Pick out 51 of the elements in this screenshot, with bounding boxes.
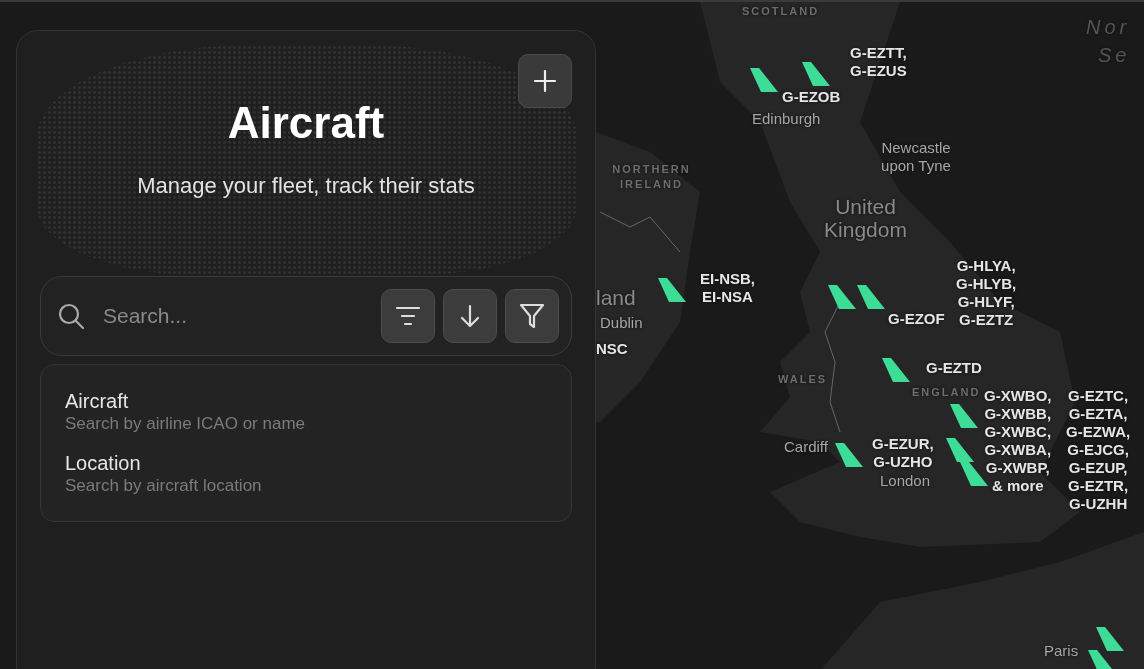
- region-label: ENGLAND: [912, 385, 981, 400]
- aircraft-tail-icon[interactable]: [960, 462, 988, 486]
- country-label: United Kingdom: [823, 195, 908, 242]
- sea-label: Nor: [1086, 15, 1131, 40]
- aircraft-tail-icon[interactable]: [802, 62, 830, 86]
- aircraft-tail-icon[interactable]: [882, 358, 910, 382]
- region-label: SCOTLAND: [742, 4, 820, 19]
- city-label: Paris: [1044, 642, 1079, 660]
- aircraft-label: G-EZOF: [888, 310, 945, 328]
- aircraft-label: G-EZOB: [782, 88, 841, 106]
- aircraft-label: G-EZTD: [926, 359, 982, 377]
- sort-lines-icon: [394, 305, 422, 327]
- aircraft-label: G-EZUR, G-UZHO: [872, 435, 934, 471]
- option-hint: Search by airline ICAO or name: [65, 413, 306, 435]
- option-title[interactable]: Location: [65, 451, 547, 476]
- aircraft-tail-icon[interactable]: [1096, 627, 1124, 651]
- panel-title: Aircraft: [227, 101, 385, 145]
- aircraft-tail-icon[interactable]: [658, 278, 686, 302]
- add-button[interactable]: [518, 54, 572, 108]
- arrow-down-icon: [459, 303, 481, 329]
- aircraft-tail-icon[interactable]: [750, 68, 778, 92]
- city-label: Newcastle upon Tyne: [880, 139, 952, 175]
- city-label: London: [880, 472, 931, 490]
- sort-direction-button[interactable]: [443, 289, 497, 343]
- search-icon: [57, 302, 85, 330]
- aircraft-label: G-XWBO, G-XWBB, G-XWBC, G-XWBA, G-XWBP, & more: [984, 387, 1052, 495]
- plus-icon: [532, 68, 558, 94]
- aircraft-label: G-EZTT, G-EZUS: [850, 44, 907, 80]
- sort-button[interactable]: [381, 289, 435, 343]
- aircraft-label: NSC: [596, 340, 628, 358]
- sea-label: Se: [1098, 43, 1131, 68]
- aircraft-tail-icon[interactable]: [950, 404, 978, 428]
- region-label: WALES: [778, 372, 828, 387]
- city-label: Cardiff: [784, 438, 828, 456]
- filter-button[interactable]: [505, 289, 559, 343]
- option-title[interactable]: Aircraft: [65, 389, 547, 413]
- city-label: Edinburgh: [752, 110, 821, 128]
- aircraft-tail-icon[interactable]: [857, 285, 885, 309]
- filter-icon: [518, 302, 546, 330]
- aircraft-label: G-EZTC, G-EZTA, G-EZWA, G-EJCG, G-EZUP, G-EZTR, G-UZHH: [1066, 387, 1131, 513]
- aircraft-tail-icon[interactable]: [835, 443, 863, 467]
- aircraft-label: EI-NSB, EI-NSA: [700, 270, 755, 306]
- city-label: Dublin: [600, 314, 643, 332]
- aircraft-tail-icon[interactable]: [946, 438, 974, 462]
- aircraft-tail-icon[interactable]: [828, 285, 856, 309]
- option-hint: Search by aircraft location: [65, 475, 263, 498]
- search-field[interactable]: Search...: [101, 299, 365, 333]
- panel-subtitle: Manage your fleet, track their stats: [137, 172, 475, 200]
- country-label: land: [596, 286, 636, 310]
- region-label: NORTHERN IRELAND: [611, 162, 692, 193]
- aircraft-label: G-HLYA, G-HLYB, G-HLYF, G-EZTZ: [956, 257, 1017, 329]
